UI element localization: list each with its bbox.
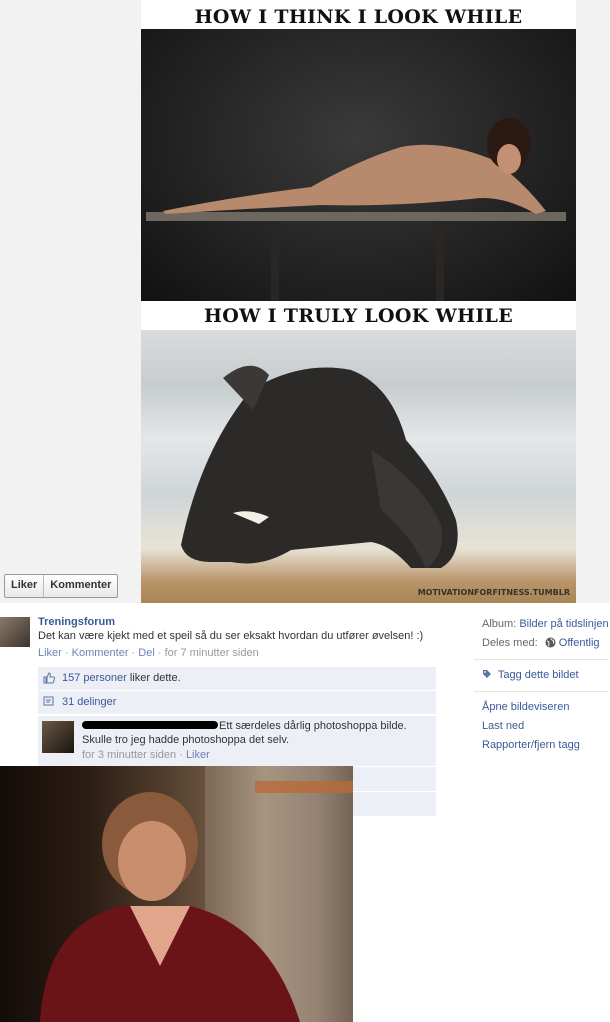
post-like-link[interactable]: Liker [38,647,62,659]
comment-text: Ett særdeles dårlig photoshoppa bilde. S… [82,720,407,746]
post-timestamp: for 7 minutter siden [164,647,259,659]
watermark: MOTIVATIONFORFITNESS.TUMBLR [417,588,570,597]
meme-image[interactable]: HOW I THINK I LOOK WHILE PLANKING: HOW I… [141,0,576,603]
poster-avatar[interactable] [0,617,30,647]
shares-row: 31 delinger [38,691,436,715]
share-icon [43,696,54,706]
likes-row: 157 personer liker dette. [38,667,436,691]
like-button[interactable]: Liker [5,575,43,597]
comment-timestamp: for 3 minutter siden [82,749,177,761]
globe-icon [545,637,556,648]
plank-woman-illustration [146,118,566,301]
post-caption: Det kan være kjekt med et speil så du se… [38,630,424,642]
comment-button[interactable]: Kommenter [43,575,117,597]
privacy-row: Deles med: Offentlig [482,634,608,653]
reaction-photo [0,766,353,1022]
post-share-link[interactable]: Del [138,647,155,659]
plank-photo [141,29,576,301]
comment-meta: for 3 minutter siden · Liker [82,749,210,761]
download-link[interactable]: Last ned [482,720,524,732]
report-row: Rapporter/fjern tagg [482,736,608,755]
likes-text: liker dette. [126,672,181,684]
elephant-photo: MOTIVATIONFORFITNESS.TUMBLR [141,330,576,603]
woman-reaction-illustration [40,766,353,1022]
commenter-avatar[interactable] [42,721,74,753]
tag-photo-link[interactable]: Tagg dette bildet [498,669,579,681]
poster-name[interactable]: Treningsforum [38,616,115,628]
comment-like-link[interactable]: Liker [186,749,210,761]
shares-link[interactable]: 31 delinger [62,696,116,708]
report-link[interactable]: Rapporter/fjern tagg [482,739,580,751]
shared-label: Deles med: [482,637,538,649]
post-comment-link[interactable]: Kommenter [72,647,129,659]
post-actions: Liker · Kommenter · Del · for 7 minutter… [38,647,259,659]
album-label: Album: [482,618,517,630]
divider [474,659,608,660]
photo-action-buttons: Liker Kommenter [4,574,119,598]
elephant-illustration [181,365,458,568]
open-viewer-row: Åpne bildeviseren [482,698,608,717]
download-row: Last ned [482,717,608,736]
tag-icon [483,670,491,678]
album-row: Album: Bilder på tidslinjen [482,615,609,634]
tag-row[interactable]: Tagg dette bildet [482,666,608,685]
thumbs-up-icon [43,672,55,684]
photo-sidebar: Album: Bilder på tidslinjen Deles med: O… [474,615,609,755]
album-link[interactable]: Bilder på tidslinjen [519,618,608,630]
likes-count-link[interactable]: 157 personer [62,672,127,684]
divider [474,691,608,692]
privacy-link[interactable]: Offentlig [559,637,600,649]
comment-item: Ett særdeles dårlig photoshoppa bilde. S… [38,715,436,766]
open-viewer-link[interactable]: Åpne bildeviseren [482,701,569,713]
photo-stage: HOW I THINK I LOOK WHILE PLANKING: HOW I… [0,0,610,603]
